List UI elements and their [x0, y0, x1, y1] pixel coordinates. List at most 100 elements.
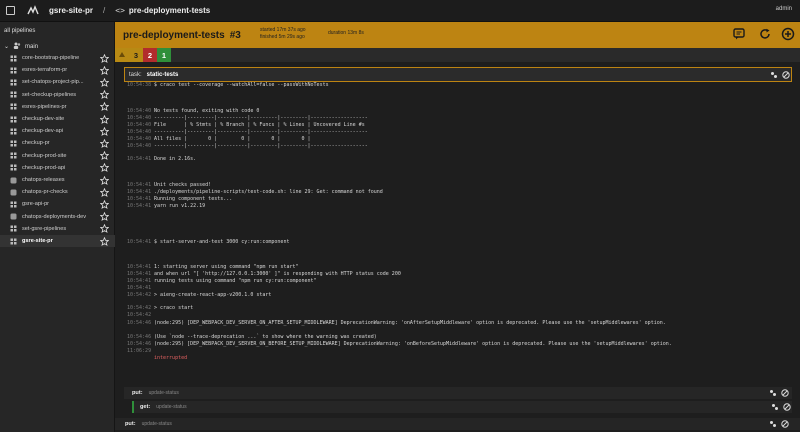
sidebar-pipeline-item[interactable]: chatops-deployments-dev: [0, 211, 115, 223]
sidebar-pipeline-item[interactable]: chatops-pr-checks: [0, 186, 115, 198]
sidebar-pipeline-item[interactable]: esres-pipelines-pr: [0, 101, 115, 113]
user-menu[interactable]: admin: [776, 6, 792, 12]
log-text: Done in 2.16s.: [154, 156, 197, 162]
star-icon[interactable]: [99, 65, 110, 75]
sidebar-pipeline-item[interactable]: gsre-site-pr: [0, 235, 115, 247]
star-icon[interactable]: [99, 211, 110, 222]
sidebar-pipeline-item[interactable]: core-bootstrap-pipeline: [0, 52, 115, 64]
build-header: pre-deployment-tests #3 started 17m 37s …: [115, 22, 800, 48]
pipeline-resource-icon: [10, 213, 17, 220]
sidebar-pipeline-item[interactable]: set-gsre-pipelines: [0, 223, 115, 235]
star-icon[interactable]: [99, 138, 110, 148]
sidebar-pipeline-item[interactable]: checkup-prod-site: [0, 150, 115, 162]
pipeline-name: gsre-site-pr: [22, 238, 53, 244]
team-header[interactable]: ⌄ main: [4, 42, 38, 51]
star-icon[interactable]: [99, 126, 110, 136]
log-text: 1: starting server using command "npm ru…: [154, 264, 299, 270]
star-icon[interactable]: [99, 175, 110, 185]
all-pipelines-link[interactable]: all pipelines: [4, 28, 35, 34]
task-header[interactable]: task: static-tests: [124, 67, 792, 82]
sidebar-pipeline-item[interactable]: checkup-pr: [0, 137, 115, 149]
star-icon[interactable]: [99, 77, 110, 87]
log-line: 10:54:40 ----------|---------|----------|…: [124, 129, 368, 136]
pipeline-name: gsre-api-pr: [22, 201, 50, 208]
log-timestamp: 10:54:46: [127, 320, 152, 326]
star-icon[interactable]: [99, 236, 110, 246]
sidebar-toggle-icon[interactable]: [6, 6, 15, 15]
pipeline-icon: [10, 238, 17, 245]
step-put-update-status[interactable]: put: update-status: [124, 387, 792, 399]
sidebar-pipeline-item[interactable]: esres-terraform-pr: [0, 64, 115, 76]
breadcrumb-job[interactable]: pre-deployment-tests: [129, 6, 210, 15]
sidebar-pipeline-item[interactable]: set-checkup-pipelines: [0, 89, 115, 101]
pipeline-icon: [10, 55, 17, 62]
breadcrumb-pipeline[interactable]: gsre-site-pr: [49, 6, 93, 15]
pipeline-icon: [10, 140, 17, 147]
log-line: 11:06:29: [124, 348, 154, 355]
comment-icon[interactable]: [732, 27, 746, 41]
pipeline-name: set-chatops-project-pip...: [22, 79, 84, 86]
log-timestamp: 10:54:40: [127, 108, 152, 114]
timer-icon[interactable]: [770, 71, 778, 79]
star-icon[interactable]: [99, 199, 110, 209]
job-icon: <>: [115, 6, 125, 15]
pipeline-icon: [10, 116, 17, 123]
log-line: 10:54:40 File | % Stmts | % Branch | % Fu…: [124, 122, 365, 129]
star-icon[interactable]: [99, 114, 110, 124]
top-bar: gsre-site-pr / <> pre-deployment-tests a…: [0, 0, 800, 22]
sidebar-pipeline-item[interactable]: checkup-dev-site: [0, 113, 115, 125]
concourse-logo-icon[interactable]: [27, 4, 39, 17]
log-line: 10:54:40 All files | 0 | 0 | 0 | 0 |: [124, 136, 311, 143]
log-timestamp: 10:54:41: [127, 182, 152, 188]
log-text: yarn run v1.22.19: [154, 203, 206, 209]
log-timestamp: 10:54:41: [127, 285, 152, 291]
timer-icon[interactable]: [769, 420, 777, 428]
pipeline-icon: [10, 103, 17, 110]
pipeline-name: esres-terraform-pr: [22, 67, 68, 74]
step-put-update-status-2[interactable]: put: update-status: [115, 418, 800, 430]
tab-pending-icon[interactable]: [115, 48, 129, 62]
sidebar-pipeline-item[interactable]: set-chatops-project-pip...: [0, 76, 115, 88]
tab-build-1[interactable]: 1: [157, 48, 171, 62]
sidebar-pipeline-item[interactable]: chatops-releases: [0, 174, 115, 186]
log-line: 10:54:41 Running component tests...: [124, 196, 232, 203]
tab-build-2[interactable]: 2: [143, 48, 157, 62]
log-timestamp: 10:54:40: [127, 143, 152, 149]
log-text: and when url "[ 'http://127.0.0.1:3000' …: [154, 271, 401, 277]
chevron-down-icon: ⌄: [4, 44, 10, 50]
sidebar-pipeline-item[interactable]: checkup-prod-api: [0, 162, 115, 174]
timer-icon[interactable]: [769, 389, 777, 397]
log-timestamp: 10:54:46: [127, 334, 152, 340]
log-timestamp: 10:54:41: [127, 156, 152, 162]
step-get-update-status[interactable]: get: update-status: [132, 401, 792, 413]
star-icon[interactable]: [99, 53, 110, 63]
pipeline-icon: [10, 201, 17, 208]
build-duration: duration 13m 8s: [328, 30, 364, 36]
pipeline-name: set-checkup-pipelines: [22, 91, 77, 98]
pipeline-icon: [10, 79, 17, 86]
sidebar-pipeline-item[interactable]: gsre-api-pr: [0, 198, 115, 210]
failed-status-icon: [782, 71, 790, 79]
pipeline-name: chatops-releases: [22, 177, 65, 183]
timer-icon[interactable]: [771, 403, 779, 411]
star-icon[interactable]: [99, 187, 110, 197]
log-text: File | % Stmts | % Branch | % Funcs | % …: [154, 122, 365, 128]
log-timestamp: 10:54:40: [127, 122, 152, 128]
log-text: ----------|---------|----------|--------…: [154, 115, 368, 121]
star-icon[interactable]: [99, 101, 110, 112]
log-text: Unit checks passed!: [154, 182, 212, 188]
rerun-build-icon[interactable]: [758, 27, 772, 41]
log-line: 10:54:46 (Use `node --trace-deprecation .…: [124, 334, 377, 341]
star-icon[interactable]: [99, 162, 110, 173]
trigger-build-icon[interactable]: [781, 27, 795, 41]
star-icon[interactable]: [99, 223, 110, 234]
sidebar-pipeline-item[interactable]: checkup-dev-api: [0, 125, 115, 137]
pipeline-resource-icon: [10, 189, 17, 196]
log-line: 10:54:42: [124, 312, 154, 319]
star-icon[interactable]: [99, 150, 110, 161]
star-icon[interactable]: [99, 89, 110, 100]
tab-build-3[interactable]: 3: [129, 48, 143, 62]
log-line: 10:54:40 ----------|---------|----------|…: [124, 143, 368, 150]
team-name: main: [25, 43, 39, 50]
cancelled-status-icon: [781, 420, 789, 428]
